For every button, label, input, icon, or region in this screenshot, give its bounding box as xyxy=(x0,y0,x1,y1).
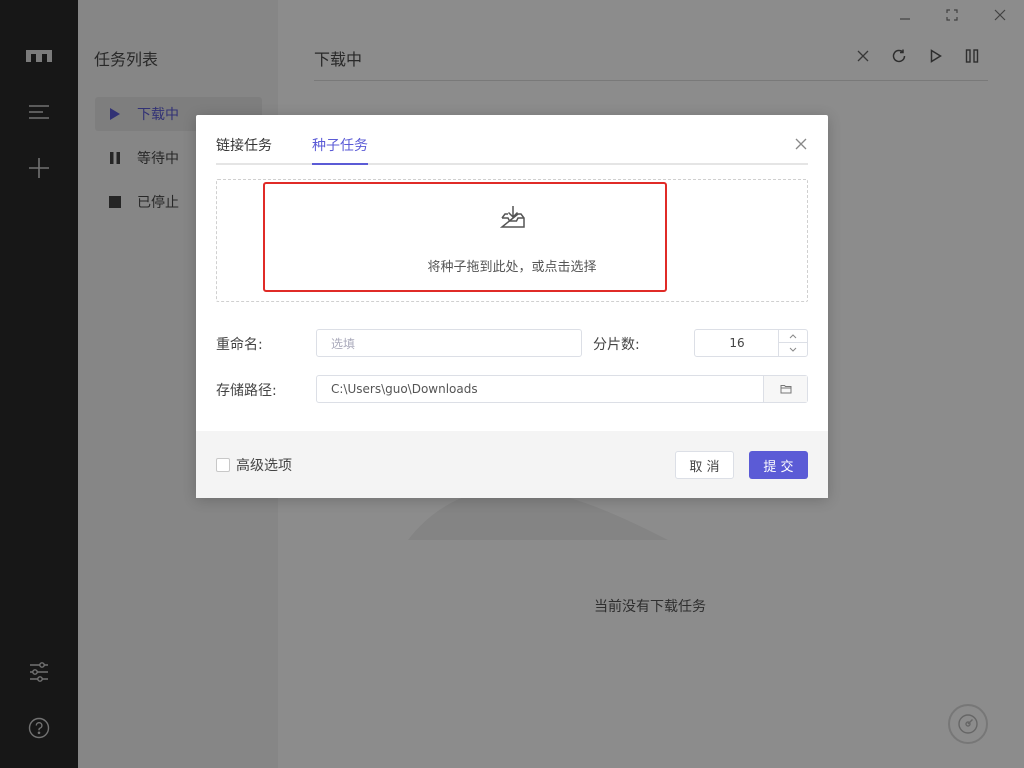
tab-link-task[interactable]: 链接任务 xyxy=(216,135,272,155)
save-path-label: 存储路径: xyxy=(216,383,277,399)
folder-icon[interactable] xyxy=(763,376,807,402)
chevron-down-icon[interactable] xyxy=(778,343,807,356)
chevron-up-icon[interactable] xyxy=(778,330,807,343)
tab-torrent-task[interactable]: 种子任务 xyxy=(312,135,368,155)
active-tab-indicator xyxy=(312,163,368,165)
dialog-tabs: 链接任务 种子任务 xyxy=(216,133,808,165)
cancel-button[interactable]: 取 消 xyxy=(675,451,734,479)
advanced-options-checkbox[interactable] xyxy=(216,458,230,472)
advanced-options-label[interactable]: 高级选项 xyxy=(236,455,292,475)
dialog-footer: 高级选项 取 消 提 交 xyxy=(196,431,828,498)
save-path-value: C:\Users\guo\Downloads xyxy=(331,382,478,396)
dialog-close-icon[interactable] xyxy=(792,135,810,153)
rename-label: 重命名: xyxy=(216,337,263,353)
submit-button[interactable]: 提 交 xyxy=(749,451,808,479)
split-count-value[interactable]: 16 xyxy=(695,330,779,356)
save-path-input[interactable]: C:\Users\guo\Downloads xyxy=(316,375,808,403)
rename-input[interactable]: 选填 xyxy=(316,329,582,357)
drop-zone-text: 将种子拖到此处，或点击选择 xyxy=(427,260,597,275)
add-task-dialog: 链接任务 种子任务 将种子拖到此处，或点击选择 重命名: 选填 分片数: 16 … xyxy=(196,115,828,498)
inbox-download-icon xyxy=(500,204,526,230)
split-label: 分片数: xyxy=(593,337,640,353)
torrent-drop-zone[interactable]: 将种子拖到此处，或点击选择 xyxy=(216,179,808,302)
split-count-stepper[interactable]: 16 xyxy=(694,329,808,357)
